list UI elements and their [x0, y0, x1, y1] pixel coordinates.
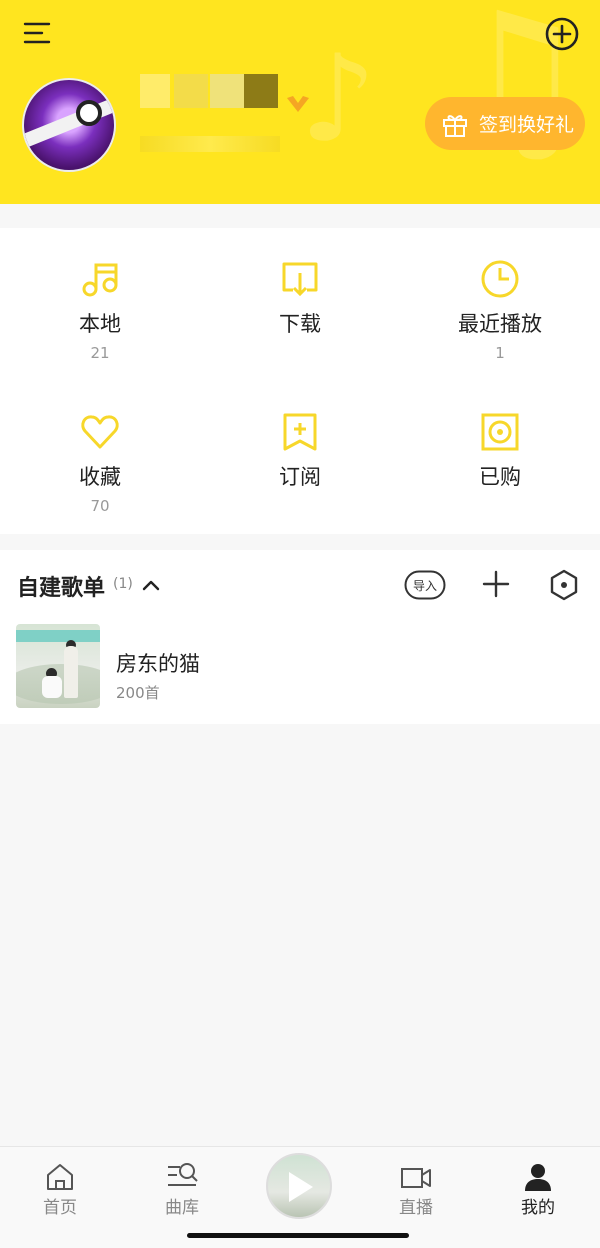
music-note-icon: [82, 263, 118, 297]
tab-library[interactable]: 曲库: [122, 1147, 242, 1227]
playlist-name: 房东的猫: [116, 652, 200, 676]
username-redacted: [140, 74, 280, 108]
grid-label: 下载: [279, 312, 321, 336]
grid-item-purchased[interactable]: 已购: [400, 381, 600, 534]
play-icon: [289, 1172, 313, 1202]
bookmark-plus-icon: [283, 413, 317, 451]
chevron-up-icon[interactable]: [140, 574, 162, 596]
grid-count: 21: [90, 344, 110, 362]
grid-label: 收藏: [79, 465, 121, 489]
tab-home[interactable]: 首页: [0, 1147, 120, 1227]
grid-count: 70: [90, 497, 110, 515]
import-button[interactable]: 导入: [404, 570, 446, 600]
download-icon: [282, 262, 318, 297]
grid-item-local[interactable]: 本地 21: [0, 228, 200, 381]
gift-icon: [443, 114, 467, 137]
checkin-button[interactable]: 签到换好礼: [425, 97, 585, 150]
grid-item-subscribe[interactable]: 订阅: [200, 381, 400, 534]
music-note-watermark-icon: ♪: [300, 30, 377, 169]
add-playlist-icon[interactable]: [480, 568, 512, 600]
grid-count: 1: [495, 344, 505, 362]
playlist-item[interactable]: 房东的猫 200首: [0, 620, 600, 714]
playlist-cover: [16, 624, 100, 708]
clock-icon: [481, 260, 519, 298]
grid-label: 本地: [79, 312, 121, 336]
grid-item-favorites[interactable]: 收藏 70: [0, 381, 200, 534]
grid-label: 最近播放: [458, 312, 542, 336]
playlist-count: (1): [113, 576, 133, 592]
tab-label: 直播: [399, 1198, 433, 1218]
grid-item-recent[interactable]: 最近播放 1: [400, 228, 600, 381]
tab-mine[interactable]: 我的: [478, 1147, 598, 1227]
grid-item-download[interactable]: 下载: [200, 228, 400, 381]
import-label: 导入: [413, 579, 437, 593]
profile-header: ♫ ♪ 签到换好礼: [0, 0, 600, 204]
heart-icon: [81, 415, 119, 449]
grid-label: 已购: [479, 465, 521, 489]
disc-icon: [481, 413, 519, 451]
video-camera-icon: [401, 1168, 431, 1188]
tab-label: 首页: [43, 1198, 77, 1218]
add-circle-icon[interactable]: [544, 16, 580, 52]
checkin-label: 签到换好礼: [479, 114, 575, 136]
avatar[interactable]: [22, 78, 116, 172]
tab-live[interactable]: 直播: [356, 1147, 476, 1227]
playlist-section: 自建歌单 (1) 导入 房东的猫 200首: [0, 550, 600, 724]
tab-label: 我的: [521, 1198, 555, 1218]
library-search-icon: [168, 1163, 198, 1186]
home-indicator: [187, 1233, 409, 1238]
subtitle-redacted: [140, 136, 280, 152]
user-icon: [525, 1164, 551, 1191]
now-playing-disc[interactable]: [266, 1153, 332, 1219]
import-icon: 导入: [404, 570, 446, 600]
tab-label: 曲库: [165, 1198, 199, 1218]
playlist-section-title: 自建歌单: [17, 576, 106, 601]
vip-badge-icon: [287, 96, 309, 112]
settings-hexagon-icon[interactable]: [548, 568, 580, 602]
home-icon: [47, 1164, 73, 1190]
function-grid: 本地 21 下载 最近播放 1 收藏 70 订阅 已购: [0, 228, 600, 534]
playlist-song-count: 200首: [116, 684, 160, 702]
grid-label: 订阅: [279, 465, 321, 489]
menu-icon[interactable]: [22, 18, 52, 48]
